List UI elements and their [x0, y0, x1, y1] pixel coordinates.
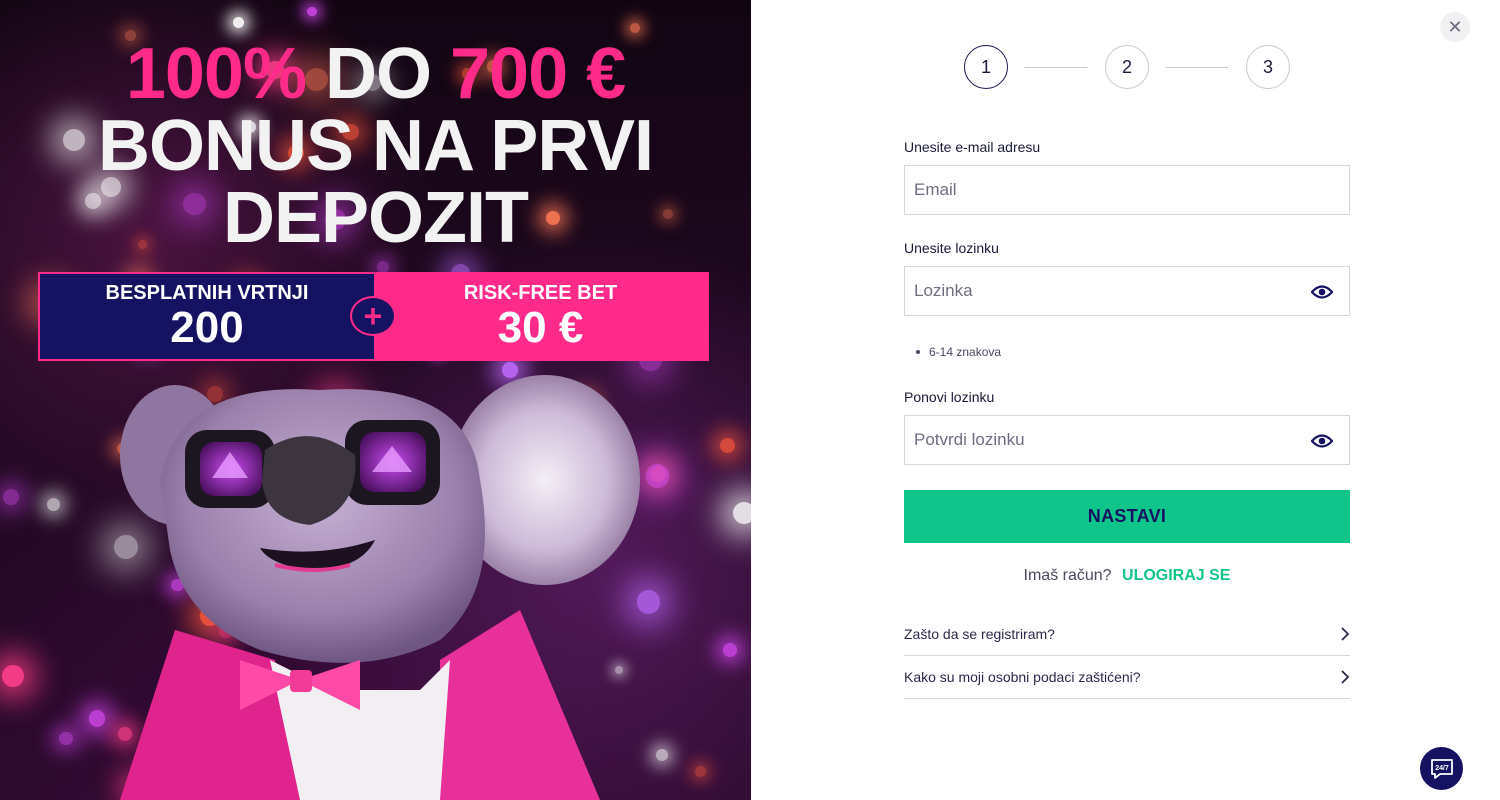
headline-line-3: DEPOZIT [222, 178, 529, 258]
step-connector [1025, 67, 1087, 68]
email-field[interactable] [905, 166, 1349, 214]
show-password-eye-icon[interactable] [1311, 282, 1333, 302]
bokeh-light [629, 22, 640, 33]
step-connector [1166, 67, 1228, 68]
promo-banner: 100% DO 700 € BONUS NA PRVI DEPOZIT BESP… [0, 0, 751, 800]
login-link[interactable]: ULOGIRAJ SE [1122, 567, 1230, 584]
has-account-text: Imaš račun? [1023, 567, 1112, 584]
headline-do: DO [324, 34, 432, 114]
chevron-right-icon [1341, 627, 1350, 641]
registration-stepper: 1 2 3 [964, 45, 1291, 89]
show-repeat-password-eye-icon[interactable] [1311, 431, 1333, 451]
risk-free-offer: RISK-FREE BET 30 € [374, 274, 707, 359]
chat-247-icon: 24/7 [1430, 758, 1453, 779]
bokeh-light [306, 6, 317, 17]
email-label: Unesite e-mail adresu [904, 139, 1041, 155]
free-spins-label: BESPLATNIH VRTNJI [105, 281, 309, 304]
step-2: 2 [1105, 45, 1149, 89]
login-prompt: Imaš račun? ULOGIRAJ SE [904, 567, 1350, 585]
koala-mascot-illustration [120, 375, 640, 800]
headline-line-2: BONUS NA PRVI [97, 106, 654, 186]
step-3: 3 [1246, 45, 1290, 89]
step-1: 1 [964, 45, 1008, 89]
live-chat-button[interactable]: 24/7 [1420, 747, 1463, 790]
risk-free-label: RISK-FREE BET [463, 281, 618, 304]
password-hint: 6-14 znakova [916, 345, 1001, 359]
headline-percent: 100% [125, 34, 307, 114]
bullet-icon [916, 350, 920, 354]
close-icon: ✕ [1447, 16, 1463, 37]
faq-item-label: Zašto da se registriram? [904, 626, 1055, 642]
faq-why-register[interactable]: Zašto da se registriram? [904, 613, 1350, 656]
plus-icon: + [350, 296, 396, 336]
repeat-password-field[interactable] [905, 416, 1349, 464]
bokeh-light [233, 17, 245, 29]
free-spins-offer: BESPLATNIH VRTNJI 200 [40, 274, 374, 359]
password-hint-text: 6-14 znakova [929, 345, 1002, 359]
headline-amount: 700 € [450, 34, 626, 114]
offer-box: BESPLATNIH VRTNJI 200 RISK-FREE BET 30 €… [38, 272, 709, 361]
free-spins-value: 200 [170, 302, 244, 352]
password-field-wrapper [904, 266, 1350, 316]
password-field[interactable] [905, 267, 1349, 315]
faq-data-protection[interactable]: Kako su moji osobni podaci zaštićeni? [904, 656, 1350, 699]
repeat-password-field-wrapper [904, 415, 1350, 465]
headline-line-1: 100% DO 700 € [0, 34, 751, 114]
chat-label: 24/7 [1435, 765, 1449, 772]
email-field-wrapper [904, 165, 1350, 215]
chevron-right-icon [1341, 670, 1350, 684]
password-label: Unesite lozinku [904, 240, 999, 256]
faq-item-label: Kako su moji osobni podaci zaštićeni? [904, 669, 1141, 685]
continue-button[interactable]: NASTAVI [904, 490, 1350, 543]
repeat-password-label: Ponovi lozinku [904, 389, 995, 405]
close-button[interactable]: ✕ [1440, 12, 1470, 42]
risk-free-value: 30 € [497, 302, 584, 352]
